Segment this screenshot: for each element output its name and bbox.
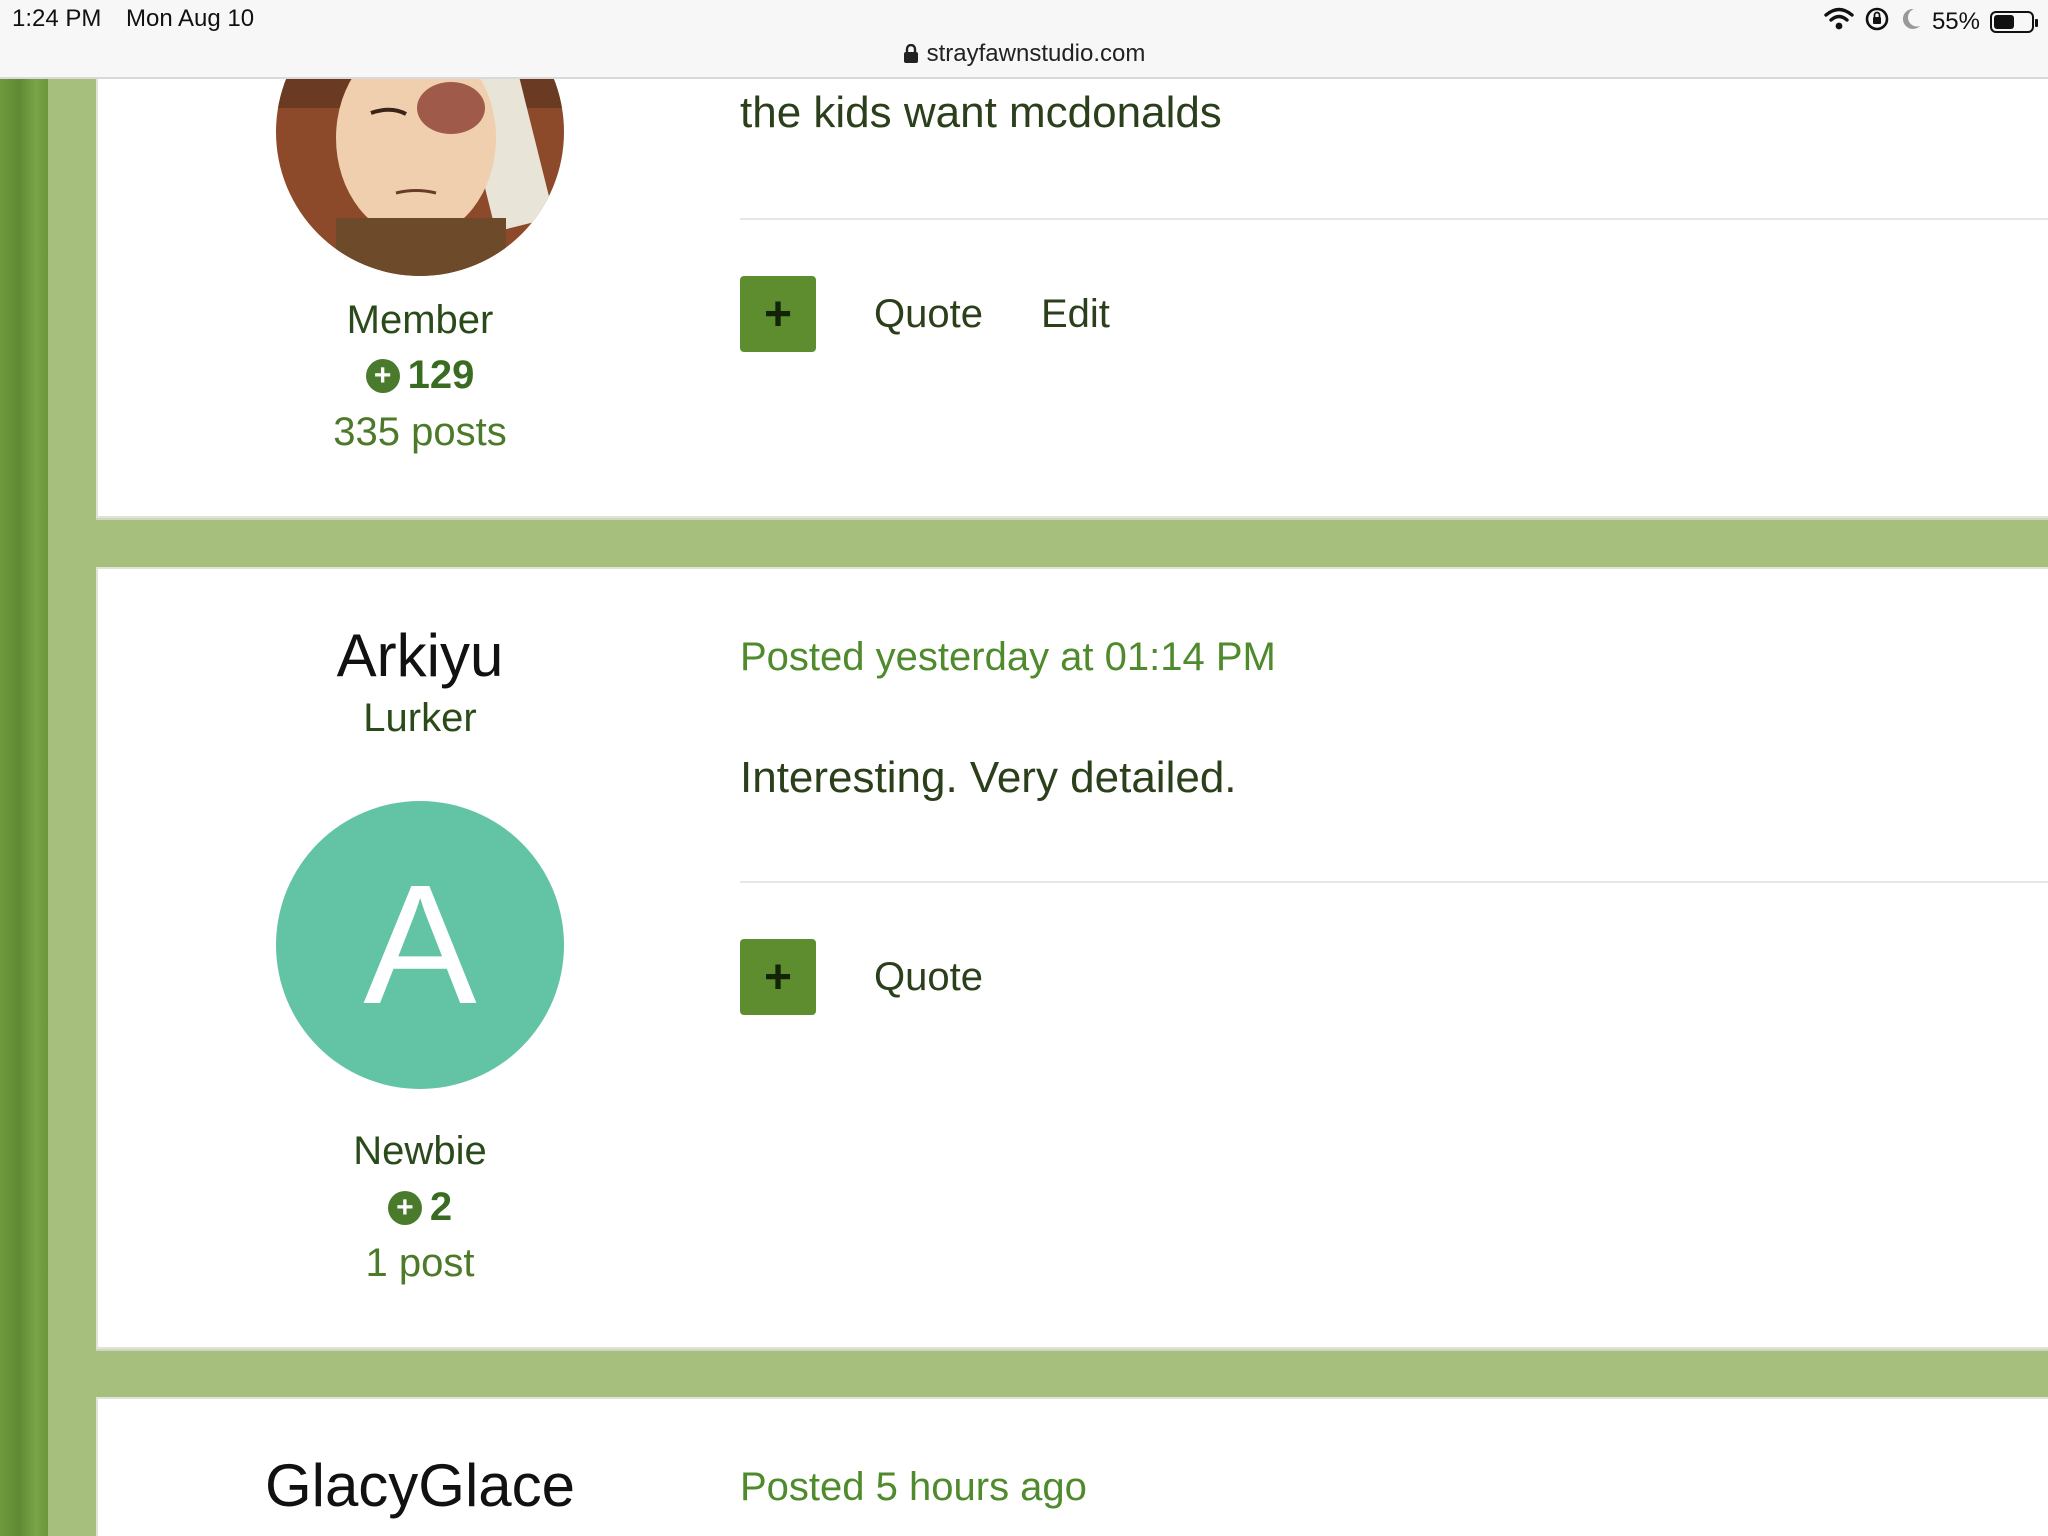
moon-icon — [1900, 7, 1922, 36]
lock-icon — [903, 43, 919, 71]
status-date: Mon Aug 10 — [126, 5, 255, 32]
reputation-value: 129 — [407, 353, 475, 397]
reputation-plus-icon: + — [365, 358, 400, 393]
author-name[interactable]: GlacyGlace — [98, 1451, 742, 1520]
author-reputation: + 2 — [98, 1185, 742, 1230]
give-reputation-button[interactable]: + — [740, 276, 816, 352]
author-post-count[interactable]: 1 post — [98, 1241, 742, 1286]
status-time: 1:24 PM — [12, 5, 102, 32]
post-card: GlacyGlace Posted 5 hours ago — [96, 1397, 2048, 1536]
edit-button[interactable]: Edit — [1041, 292, 1110, 337]
reputation-value: 2 — [429, 1185, 453, 1229]
url-bar[interactable]: strayfawnstudio.com — [0, 40, 2048, 71]
post-content: Interesting. Very detailed. — [740, 753, 1237, 802]
post-card: Arkiyu Lurker A Newbie + 2 1 post Posted… — [96, 567, 2048, 1349]
battery-percent: 55% — [1931, 7, 1980, 35]
author-name[interactable]: Arkiyu — [98, 621, 742, 690]
post-actions: + Quote — [740, 939, 983, 1015]
post-divider — [740, 881, 2048, 883]
quote-button[interactable]: Quote — [874, 955, 983, 1000]
author-rank-label: Member — [346, 298, 494, 342]
background-texture — [0, 79, 48, 1536]
author-post-count[interactable]: 335 posts — [98, 410, 742, 455]
status-bar: 1:24 PM Mon Aug 10 strayfawnstudio.com 5… — [0, 0, 2048, 79]
battery-icon — [1990, 10, 2038, 33]
background-gutter — [48, 79, 98, 1536]
reputation-plus-icon: + — [387, 1190, 422, 1225]
post-timestamp[interactable]: Posted yesterday at 01:14 PM — [740, 635, 1276, 680]
post-timestamp[interactable]: Posted 5 hours ago — [740, 1465, 1087, 1510]
author-title: Lurker — [363, 696, 477, 740]
post-count-link[interactable]: 1 post — [98, 1241, 742, 1286]
author-rank: Member — [98, 298, 742, 343]
post-actions: + Quote Edit — [740, 276, 1110, 352]
status-icons: 55% — [1824, 6, 2038, 37]
author-info: Arkiyu Lurker — [98, 621, 742, 741]
author-rank: Newbie — [98, 1129, 742, 1174]
post-card: Member + 129 335 posts the kids want mcd… — [96, 0, 2048, 518]
post-content: the kids want mcdonalds — [740, 88, 1222, 137]
battery-level — [1994, 14, 2014, 29]
url-text: strayfawnstudio.com — [926, 40, 1146, 67]
post-divider — [740, 218, 2048, 220]
author-info: GlacyGlace — [98, 1451, 742, 1520]
author-rank-label: Newbie — [353, 1129, 487, 1173]
wifi-icon — [1824, 7, 1854, 36]
author-avatar[interactable]: A — [276, 801, 564, 1089]
orientation-lock-icon — [1864, 6, 1890, 37]
author-reputation: + 129 — [98, 353, 742, 398]
post-count-link[interactable]: 335 posts — [98, 410, 742, 455]
quote-button[interactable]: Quote — [874, 292, 983, 337]
give-reputation-button[interactable]: + — [740, 939, 816, 1015]
